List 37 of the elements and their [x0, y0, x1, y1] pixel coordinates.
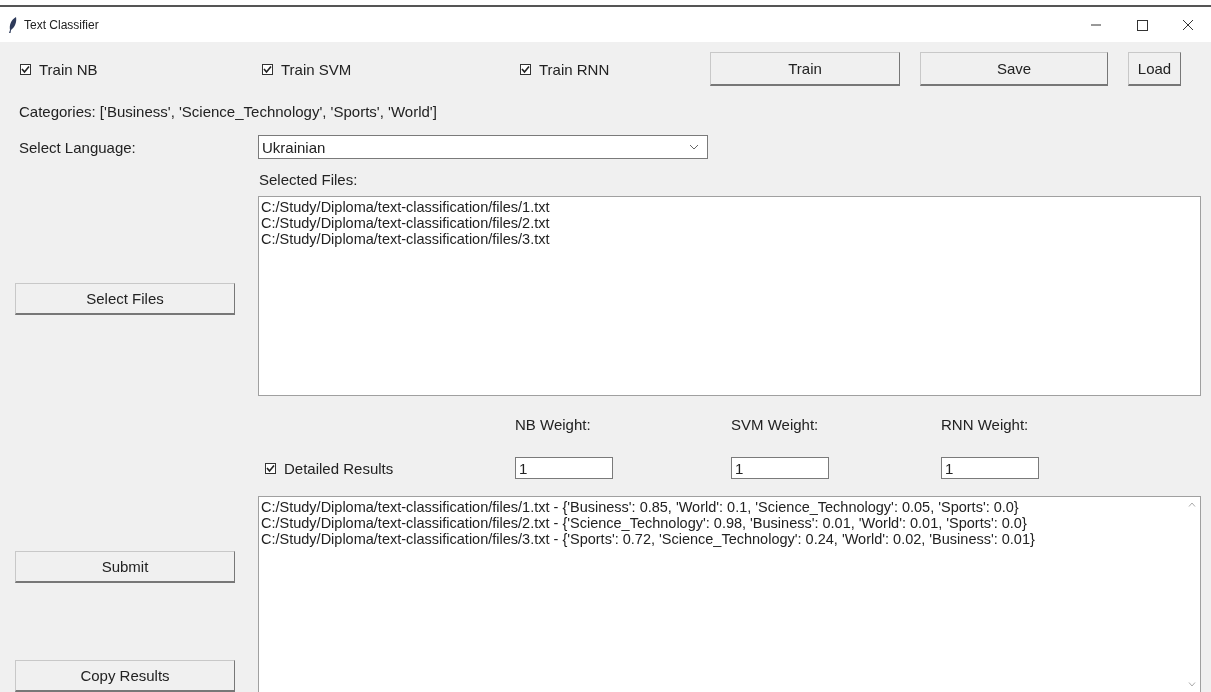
checkbox[interactable]: Detailed Results: [258, 459, 515, 477]
weight-label: NB Weight:: [515, 415, 592, 433]
selected-files-label: Selected Files:: [258, 170, 359, 188]
weight-label: SVM Weight:: [731, 415, 820, 433]
weight-input[interactable]: 1: [515, 457, 613, 479]
checkbox[interactable]: Train SVM: [262, 60, 520, 78]
weight-input[interactable]: 1: [731, 457, 829, 479]
check-icon: [263, 64, 272, 74]
file-item[interactable]: C:/Study/Diploma/text-classification/files/2.txt: [261, 215, 1198, 231]
check-icon: [521, 64, 530, 74]
file-item[interactable]: C:/Study/Diploma/text-classification/files/3.txt: [261, 231, 1198, 247]
check-icon: [266, 463, 275, 473]
results-text-area[interactable]: [258, 496, 1201, 692]
scroll-up-icon[interactable]: [1187, 502, 1196, 507]
button[interactable]: Train: [710, 52, 900, 86]
chevron-down-icon: [689, 144, 699, 150]
result-line: C:/Study/Diploma/text-classification/files/1.txt - {'Business': 0.85, 'World': 0.1, 'Science_Technology': 0.05, 'Sports': 0.0}: [261, 499, 1020, 515]
checkbox[interactable]: Train NB: [20, 60, 262, 78]
checkbox[interactable]: Train RNN: [520, 60, 710, 78]
weight-input[interactable]: 1: [941, 457, 1039, 479]
scroll-down-icon[interactable]: [1187, 682, 1196, 687]
language-label: Select Language:: [18, 138, 137, 156]
weight-label: RNN Weight:: [941, 415, 1030, 433]
result-line: C:/Study/Diploma/text-classification/files/2.txt - {'Science_Technology': 0.98, 'Business': 0.01, 'World': 0.01, 'Sports': 0.0}: [261, 515, 1028, 531]
files-list[interactable]: C:/Study/Diploma/text-classification/files/1.txt C:/Study/Diploma/text-classification/files/2.txt C:/Study/Diploma/text-classification/files/3.txt: [258, 196, 1201, 396]
feather-icon: [8, 16, 18, 33]
check-icon: [21, 64, 30, 74]
button[interactable]: Load: [1128, 52, 1181, 86]
language-dropdown[interactable]: Ukrainian: [258, 135, 708, 159]
result-line: C:/Study/Diploma/text-classification/files/3.txt - {'Sports': 0.72, 'Science_Technology': 0.24, 'World': 0.02, 'Business': 0.01}: [261, 531, 1036, 547]
select-files-button[interactable]: Select Files: [15, 283, 235, 315]
button[interactable]: Save: [920, 52, 1108, 86]
window-title: Text Classifier: [24, 17, 99, 32]
categories-label: Categories: ['Business', 'Science_Technology', 'Sports', 'World']: [18, 102, 438, 120]
file-item[interactable]: C:/Study/Diploma/text-classification/files/1.txt: [261, 199, 1198, 215]
copy-results-button[interactable]: Copy Results: [15, 660, 235, 692]
submit-button[interactable]: Submit: [15, 551, 235, 583]
